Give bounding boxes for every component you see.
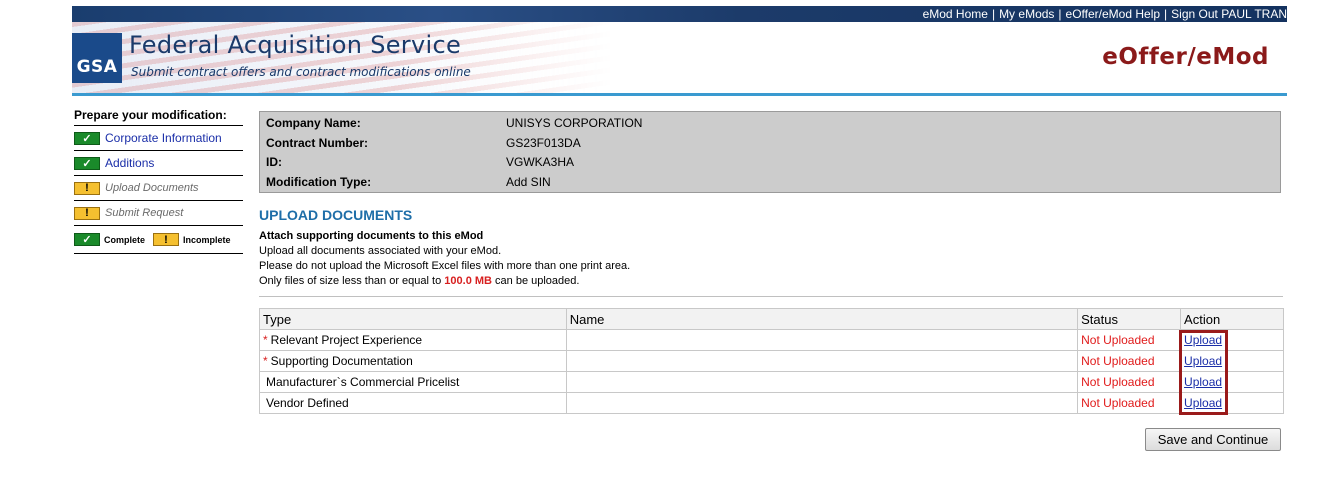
exclamation-icon: !	[74, 181, 100, 195]
document-type: Relevant Project Experience	[270, 333, 423, 347]
upload-link[interactable]: Upload	[1184, 396, 1222, 410]
table-row: * Supporting Documentation Not Uploaded U…	[259, 350, 1284, 372]
id-row: ID: VGWKA3HA	[266, 155, 574, 173]
document-name-cell	[565, 329, 1079, 351]
document-status: Not Uploaded	[1077, 329, 1182, 351]
upload-instruction-line: Upload all documents associated with you…	[259, 245, 502, 257]
document-status: Not Uploaded	[1077, 392, 1182, 414]
document-type-cell: * Supporting Documentation	[259, 350, 567, 372]
column-header-status: Status	[1077, 308, 1182, 330]
status-legend: ✓ Complete ! Incomplete	[74, 226, 243, 254]
company-name-row: Company Name: UNISYS CORPORATION	[266, 116, 642, 134]
nav-help-link[interactable]: eOffer/eMod Help	[1066, 7, 1161, 21]
table-row: * Relevant Project Experience Not Uploade…	[259, 329, 1284, 351]
nav-my-emods-link[interactable]: My eMods	[999, 7, 1054, 21]
site-title: Federal Acquisition Service	[129, 31, 462, 59]
exclamation-icon: !	[153, 233, 180, 246]
id-value: VGWKA3HA	[506, 155, 575, 169]
sidebar-item-label: Submit Request	[105, 207, 184, 219]
contract-info-panel: Company Name: UNISYS CORPORATION Contrac…	[259, 111, 1281, 193]
exclamation-icon: !	[74, 206, 100, 220]
table-row: Vendor Defined Not Uploaded Upload	[259, 392, 1284, 414]
column-header-action: Action	[1180, 308, 1284, 330]
size-limit-suffix: can be uploaded.	[495, 275, 580, 287]
sidebar-item-label[interactable]: Corporate Information	[105, 131, 222, 145]
document-status: Not Uploaded	[1077, 371, 1182, 393]
sidebar-item-submit-request: ! Submit Request	[74, 201, 243, 226]
gsa-logo-text: GSA	[76, 57, 118, 77]
nav-separator: |	[991, 7, 996, 21]
document-type-cell: Vendor Defined	[259, 392, 567, 414]
site-header: GSA Federal Acquisition Service Submit c…	[72, 22, 1287, 93]
document-type-cell: Manufacturer`s Commercial Pricelist	[259, 371, 567, 393]
save-and-continue-button[interactable]: Save and Continue	[1145, 428, 1281, 451]
checkmark-icon: ✓	[74, 156, 100, 170]
table-header-row: Type Name Status Action	[259, 308, 1284, 330]
contract-number-value: GS23F013DA	[506, 136, 581, 150]
document-type: Supporting Documentation	[270, 354, 413, 368]
document-type-cell: * Relevant Project Experience	[259, 329, 567, 351]
checkmark-icon: ✓	[74, 131, 100, 145]
company-name-value: UNISYS CORPORATION	[506, 116, 643, 130]
table-row: Manufacturer`s Commercial Pricelist Not …	[259, 371, 1284, 393]
upload-link[interactable]: Upload	[1184, 354, 1222, 368]
documents-table: Type Name Status Action * Relevant Projec…	[259, 308, 1284, 414]
modification-type-value: Add SIN	[506, 175, 551, 189]
site-subtitle: Submit contract offers and contract modi…	[131, 65, 471, 79]
document-action-cell: Upload	[1180, 350, 1284, 372]
app-title: eOffer/eMod	[1102, 44, 1269, 70]
company-name-label: Company Name:	[266, 116, 361, 130]
document-status: Not Uploaded	[1077, 350, 1182, 372]
document-action-cell: Upload	[1180, 329, 1284, 351]
modification-type-row: Modification Type: Add SIN	[266, 175, 551, 193]
top-nav-links: eMod Home | My eMods | eOffer/eMod Help | Sign…	[923, 7, 1287, 21]
upload-instruction-line: Please do not upload the Microsoft Excel…	[259, 260, 631, 272]
size-limit-prefix: Only files of size less than or equal to	[259, 275, 442, 287]
contract-number-label: Contract Number:	[266, 136, 369, 150]
document-name-cell	[565, 350, 1079, 372]
document-name-cell	[565, 371, 1079, 393]
sidebar-item-label[interactable]: Additions	[105, 156, 154, 170]
modification-type-label: Modification Type:	[266, 175, 372, 189]
document-type: Vendor Defined	[266, 396, 349, 410]
upload-link[interactable]: Upload	[1184, 333, 1222, 347]
legend-incomplete-label: Incomplete	[183, 234, 231, 245]
sidebar-title: Prepare your modification:	[74, 108, 243, 126]
section-divider	[259, 296, 1283, 297]
sidebar-item-corporate-information[interactable]: ✓ Corporate Information	[74, 126, 243, 151]
upload-size-limit-line: Only files of size less than or equal to…	[259, 274, 630, 289]
column-header-name: Name	[565, 308, 1079, 330]
upload-heading: Attach supporting documents to this eMod	[259, 230, 484, 242]
document-action-cell: Upload	[1180, 392, 1284, 414]
nav-sign-out-link[interactable]: Sign Out PAUL TRAN	[1171, 7, 1287, 21]
nav-separator: |	[1164, 7, 1168, 21]
upload-link[interactable]: Upload	[1184, 375, 1222, 389]
column-header-type: Type	[259, 308, 567, 330]
nav-emod-home-link[interactable]: eMod Home	[923, 7, 988, 21]
sidebar-item-upload-documents: ! Upload Documents	[74, 176, 243, 201]
top-nav-bar: eMod Home | My eMods | eOffer/eMod Help | Sign…	[72, 6, 1287, 22]
section-title: UPLOAD DOCUMENTS	[259, 207, 413, 223]
upload-instructions: Attach supporting documents to this eMod…	[259, 229, 630, 289]
required-marker: *	[263, 354, 268, 368]
contract-number-row: Contract Number: GS23F013DA	[266, 136, 581, 154]
sidebar-item-additions[interactable]: ✓ Additions	[74, 151, 243, 176]
gsa-logo[interactable]: GSA	[72, 33, 122, 83]
max-file-size: 100.0 MB	[444, 275, 492, 287]
id-label: ID:	[266, 155, 282, 169]
header-divider	[72, 93, 1287, 96]
progress-sidebar: Prepare your modification: ✓ Corporate I…	[74, 108, 243, 254]
checkmark-icon: ✓	[74, 233, 100, 246]
document-action-cell: Upload	[1180, 371, 1284, 393]
legend-complete-label: Complete	[104, 234, 146, 245]
document-name-cell	[565, 392, 1079, 414]
document-type: Manufacturer`s Commercial Pricelist	[266, 375, 460, 389]
sidebar-item-label: Upload Documents	[105, 182, 199, 194]
required-marker: *	[263, 333, 268, 347]
nav-separator: |	[1058, 7, 1062, 21]
